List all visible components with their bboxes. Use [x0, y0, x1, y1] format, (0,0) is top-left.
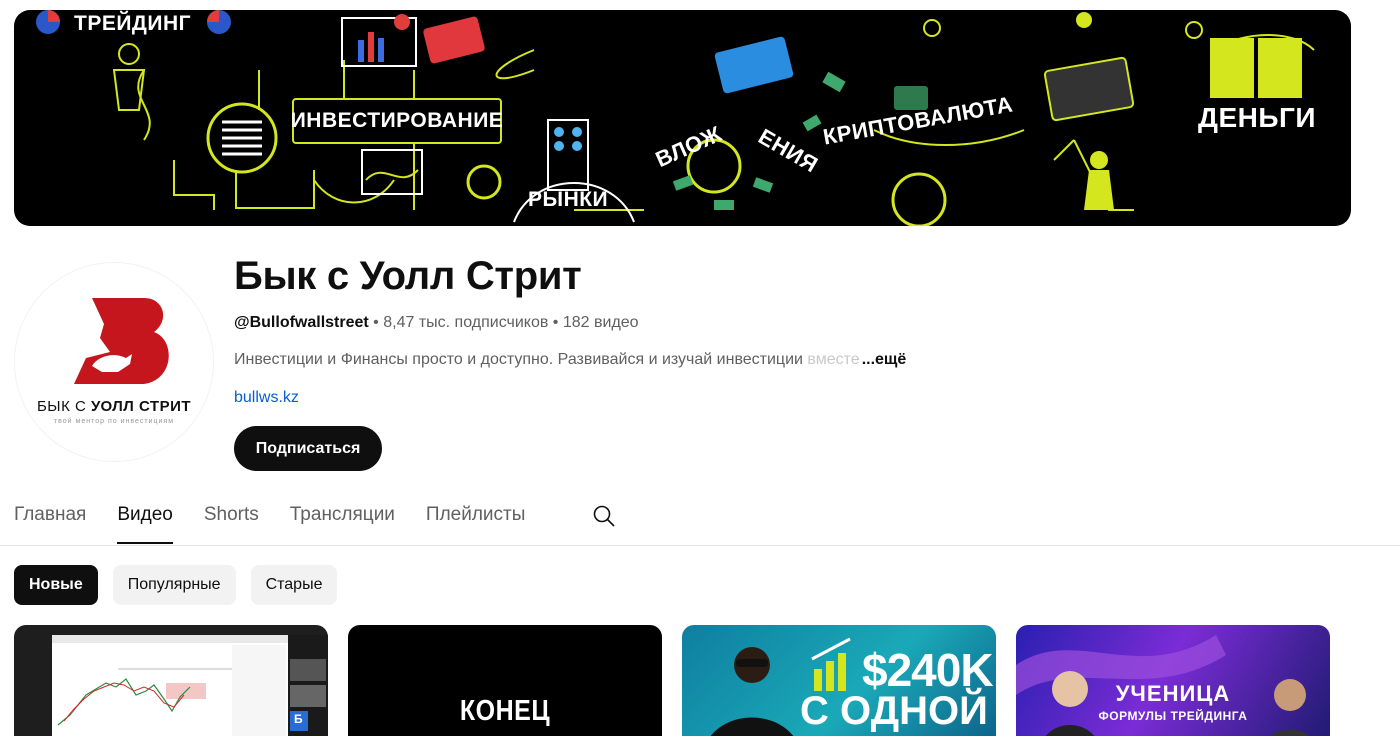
channel-meta: @Bullofwallstreet • 8,47 тыс. подписчико…: [234, 314, 639, 332]
trading-chart-screenshot: [52, 635, 328, 736]
video-thumbnail[interactable]: УЧЕНИЦА ФОРМУЛЫ ТРЕЙДИНГА: [1016, 625, 1330, 736]
tabs-divider: [0, 545, 1400, 546]
tab-shorts[interactable]: Shorts: [204, 500, 259, 544]
channel-avatar[interactable]: БЫК С УОЛЛ СТРИТ твой ментор по инвестиц…: [14, 262, 214, 462]
avatar-tagline: твой ментор по инвестициям: [53, 418, 175, 425]
bull-logo-icon: [74, 298, 169, 384]
channel-description[interactable]: Инвестиции и Финансы просто и доступно. …: [234, 351, 906, 369]
channel-handle: @Bullofwallstreet: [234, 314, 369, 331]
video-thumbnail[interactable]: $240K С ОДНОЙ: [682, 625, 996, 736]
chip-oldest[interactable]: Старые: [250, 565, 338, 605]
tab-videos[interactable]: Видео: [117, 500, 173, 544]
avatar-brand-text: БЫК С УОЛЛ СТРИТ: [36, 398, 192, 415]
thumbnail-subline: ФОРМУЛЫ ТРЕЙДИНГА: [1098, 709, 1248, 723]
banner-label-money: ДЕНЬГИ: [1198, 102, 1316, 133]
banner-label-markets: РЫНКИ: [528, 188, 609, 211]
banner-illustration: [36, 10, 1315, 226]
subscriber-count: 8,47 тыс. подписчиков: [383, 314, 549, 331]
chip-newest[interactable]: Новые: [14, 565, 98, 605]
chip-popular[interactable]: Популярные: [112, 565, 236, 605]
video-thumbnail[interactable]: КОНЕЦ: [348, 625, 662, 736]
video-thumbnail[interactable]: Б: [14, 625, 328, 736]
sort-chips: Новые Популярные Старые: [14, 565, 352, 605]
channel-tabs: Главная Видео Shorts Трансляции Плейлист…: [14, 500, 556, 546]
meta-separator: •: [368, 314, 384, 331]
channel-external-link[interactable]: bullws.kz: [234, 389, 299, 407]
description-text: Инвестиции и Финансы просто и доступно. …: [234, 351, 803, 368]
banner-label-trading: ТРЕЙДИНГ: [74, 12, 192, 35]
channel-page: ТРЕЙДИНГ ИНВЕСТИРОВАНИЕ РЫНКИ ВЛОЖ ЕНИЯ …: [0, 0, 1400, 736]
thumbnail-text: КОНЕЦ: [459, 694, 551, 728]
tab-playlists[interactable]: Плейлисты: [426, 500, 525, 544]
banner-label-investing: ИНВЕСТИРОВАНИЕ: [291, 98, 503, 144]
channel-banner: ТРЕЙДИНГ ИНВЕСТИРОВАНИЕ РЫНКИ ВЛОЖ ЕНИЯ …: [14, 10, 1351, 226]
thumbnail-subline: С ОДНОЙ: [800, 689, 988, 733]
channel-title: Бык с Уолл Стрит: [234, 254, 582, 298]
tab-live[interactable]: Трансляции: [290, 500, 395, 544]
subscribe-button[interactable]: Подписаться: [234, 426, 382, 471]
description-more-link[interactable]: ...ещё: [862, 351, 907, 368]
thumbnail-headline: УЧЕНИЦА: [1115, 681, 1231, 706]
meta-separator: •: [548, 314, 563, 331]
video-count: 182 видео: [562, 314, 639, 331]
search-icon[interactable]: [592, 504, 616, 528]
overlay-letter: Б: [294, 712, 303, 726]
description-faded-text: вместе: [802, 351, 860, 368]
tab-home[interactable]: Главная: [14, 500, 86, 544]
